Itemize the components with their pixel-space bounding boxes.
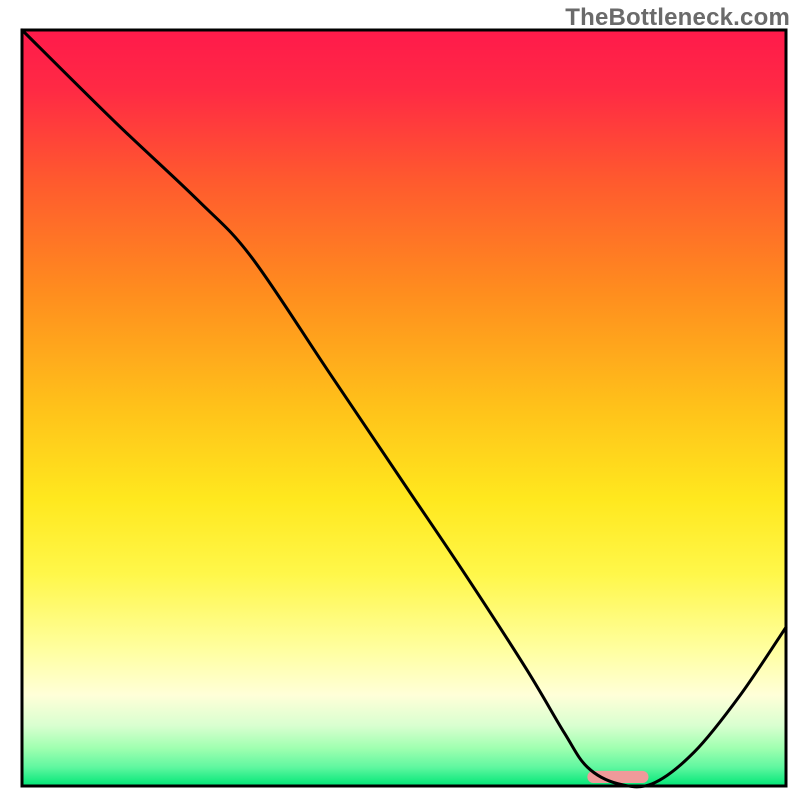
chart-container: TheBottleneck.com	[0, 0, 800, 800]
chart-svg	[0, 0, 800, 800]
